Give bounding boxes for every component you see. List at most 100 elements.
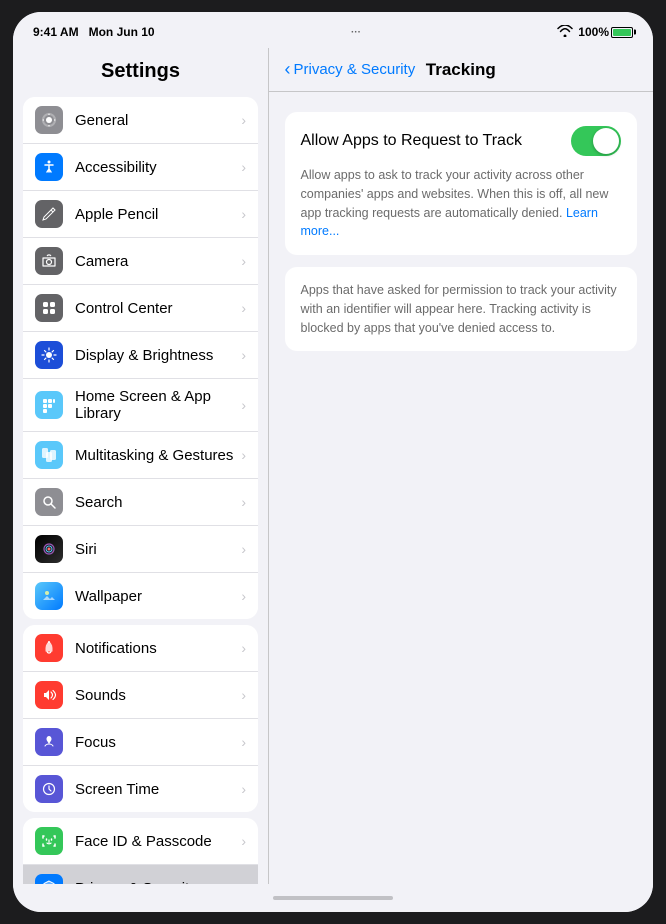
privacy-security-icon	[35, 874, 63, 884]
wifi-icon	[557, 25, 573, 40]
sidebar-item-label: Wallpaper	[75, 588, 237, 605]
status-bar: 9:41 AM Mon Jun 10 ··· 100%	[13, 12, 653, 48]
sidebar-item-label: Display & Brightness	[75, 347, 237, 364]
sidebar-item-label: Apple Pencil	[75, 206, 237, 223]
sidebar-item-siri[interactable]: Siri ›	[23, 526, 258, 573]
sidebar-item-control-center[interactable]: Control Center ›	[23, 285, 258, 332]
sidebar-item-notifications[interactable]: Notifications ›	[23, 625, 258, 672]
sidebar-item-label: Privacy & Security	[75, 880, 237, 885]
toggle-knob	[593, 128, 619, 154]
sidebar-item-privacy-security[interactable]: Privacy & Security ›	[23, 865, 258, 884]
detail-panel: ‹ Privacy & Security Tracking Allow Apps…	[269, 48, 654, 884]
accessibility-icon	[35, 153, 63, 181]
control-center-icon	[35, 294, 63, 322]
search-icon	[35, 488, 63, 516]
status-right: 100%	[557, 25, 633, 40]
multitasking-icon	[35, 441, 63, 469]
description-text: Allow apps to ask to track your activity…	[301, 168, 609, 220]
chevron-icon: ›	[241, 397, 246, 413]
chevron-icon: ›	[241, 833, 246, 849]
chevron-icon: ›	[241, 541, 246, 557]
display-brightness-icon	[35, 341, 63, 369]
nav-back-button[interactable]: ‹ Privacy & Security	[285, 59, 416, 80]
sidebar-item-focus[interactable]: Focus ›	[23, 719, 258, 766]
wallpaper-icon	[35, 582, 63, 610]
sidebar-item-sounds[interactable]: Sounds ›	[23, 672, 258, 719]
battery-indicator: 100%	[578, 25, 633, 39]
status-time: 9:41 AM Mon Jun 10	[33, 25, 155, 39]
home-indicator	[13, 884, 653, 912]
battery-icon	[611, 27, 633, 38]
home-bar	[273, 896, 393, 900]
nav-page-title: Tracking	[426, 60, 496, 80]
sidebar-item-apple-pencil[interactable]: Apple Pencil ›	[23, 191, 258, 238]
battery-fill	[613, 29, 631, 36]
sidebar-group-1: General › Accessibility › Apple Pencil ›	[23, 97, 258, 619]
date-display: Mon Jun 10	[89, 25, 155, 39]
sidebar-group-3: Face ID & Passcode › Privacy & Security …	[23, 818, 258, 884]
general-icon	[35, 106, 63, 134]
back-arrow-icon: ‹	[285, 59, 291, 80]
sidebar-item-general[interactable]: General ›	[23, 97, 258, 144]
tracking-toggle-card: Allow Apps to Request to Track Allow app…	[285, 112, 638, 255]
sidebar: Settings General › Accessibility ›	[13, 48, 268, 884]
chevron-icon: ›	[241, 347, 246, 363]
sidebar-item-label: Notifications	[75, 640, 237, 657]
screen-time-icon	[35, 775, 63, 803]
sidebar-item-label: Control Center	[75, 300, 237, 317]
sidebar-item-display-brightness[interactable]: Display & Brightness ›	[23, 332, 258, 379]
chevron-icon: ›	[241, 300, 246, 316]
face-id-icon	[35, 827, 63, 855]
battery-percent: 100%	[578, 25, 609, 39]
status-center: ···	[351, 27, 361, 38]
detail-navbar: ‹ Privacy & Security Tracking	[269, 48, 654, 92]
sidebar-item-screen-time[interactable]: Screen Time ›	[23, 766, 258, 812]
tracking-info-text: Apps that have asked for permission to t…	[301, 281, 622, 337]
sidebar-item-label: Search	[75, 494, 237, 511]
nav-back-label: Privacy & Security	[294, 61, 416, 78]
chevron-icon: ›	[241, 494, 246, 510]
sidebar-item-label: Face ID & Passcode	[75, 833, 237, 850]
sidebar-item-face-id[interactable]: Face ID & Passcode ›	[23, 818, 258, 865]
chevron-icon: ›	[241, 253, 246, 269]
toggle-row: Allow Apps to Request to Track	[301, 126, 622, 156]
time-display: 9:41 AM	[33, 25, 79, 39]
sidebar-item-label: General	[75, 112, 237, 129]
chevron-icon: ›	[241, 206, 246, 222]
apple-pencil-icon	[35, 200, 63, 228]
sidebar-group-2: Notifications › Sounds › Focus ›	[23, 625, 258, 812]
chevron-icon: ›	[241, 112, 246, 128]
sounds-icon	[35, 681, 63, 709]
sidebar-item-label: Accessibility	[75, 159, 237, 176]
chevron-icon: ›	[241, 734, 246, 750]
sidebar-item-wallpaper[interactable]: Wallpaper ›	[23, 573, 258, 619]
toggle-label: Allow Apps to Request to Track	[301, 132, 522, 150]
sidebar-item-label: Sounds	[75, 687, 237, 704]
siri-icon	[35, 535, 63, 563]
chevron-icon: ›	[241, 781, 246, 797]
chevron-icon: ›	[241, 687, 246, 703]
sidebar-item-camera[interactable]: Camera ›	[23, 238, 258, 285]
chevron-icon: ›	[241, 880, 246, 884]
sidebar-title: Settings	[13, 48, 268, 91]
camera-icon	[35, 247, 63, 275]
sidebar-item-home-screen[interactable]: Home Screen & App Library ›	[23, 379, 258, 432]
sidebar-item-multitasking[interactable]: Multitasking & Gestures ›	[23, 432, 258, 479]
sidebar-item-label: Multitasking & Gestures	[75, 447, 237, 464]
main-content: Settings General › Accessibility ›	[13, 48, 653, 884]
tracking-info-card: Apps that have asked for permission to t…	[285, 267, 638, 351]
sidebar-item-label: Home Screen & App Library	[75, 388, 237, 422]
device: 9:41 AM Mon Jun 10 ··· 100%	[13, 12, 653, 912]
sidebar-item-search[interactable]: Search ›	[23, 479, 258, 526]
sidebar-item-label: Screen Time	[75, 781, 237, 798]
detail-content: Allow Apps to Request to Track Allow app…	[269, 92, 654, 383]
sidebar-item-label: Siri	[75, 541, 237, 558]
sidebar-item-label: Focus	[75, 734, 237, 751]
chevron-icon: ›	[241, 159, 246, 175]
notifications-icon	[35, 634, 63, 662]
allow-tracking-toggle[interactable]	[571, 126, 621, 156]
sidebar-item-accessibility[interactable]: Accessibility ›	[23, 144, 258, 191]
tracking-description: Allow apps to ask to track your activity…	[301, 166, 622, 241]
chevron-icon: ›	[241, 588, 246, 604]
chevron-icon: ›	[241, 447, 246, 463]
